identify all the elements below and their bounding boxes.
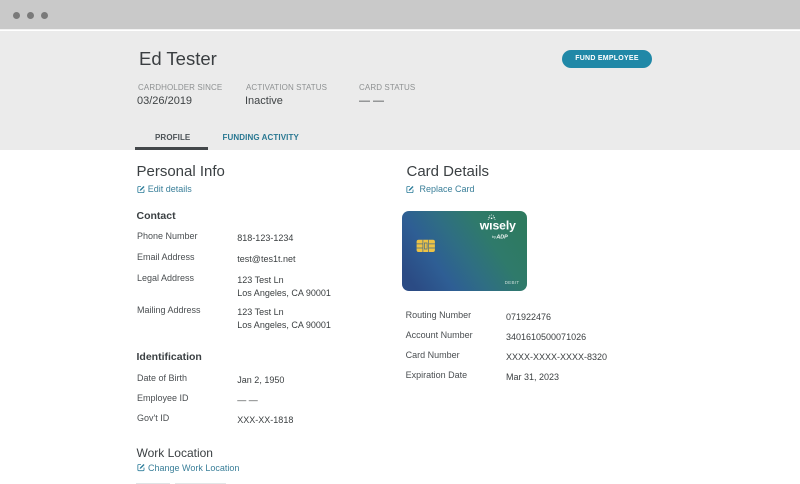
svg-text:by: by [492, 234, 496, 239]
svg-text:ADP: ADP [495, 235, 508, 241]
svg-text:wısely: wısely [479, 219, 516, 233]
svg-text:DEBIT: DEBIT [505, 280, 520, 285]
